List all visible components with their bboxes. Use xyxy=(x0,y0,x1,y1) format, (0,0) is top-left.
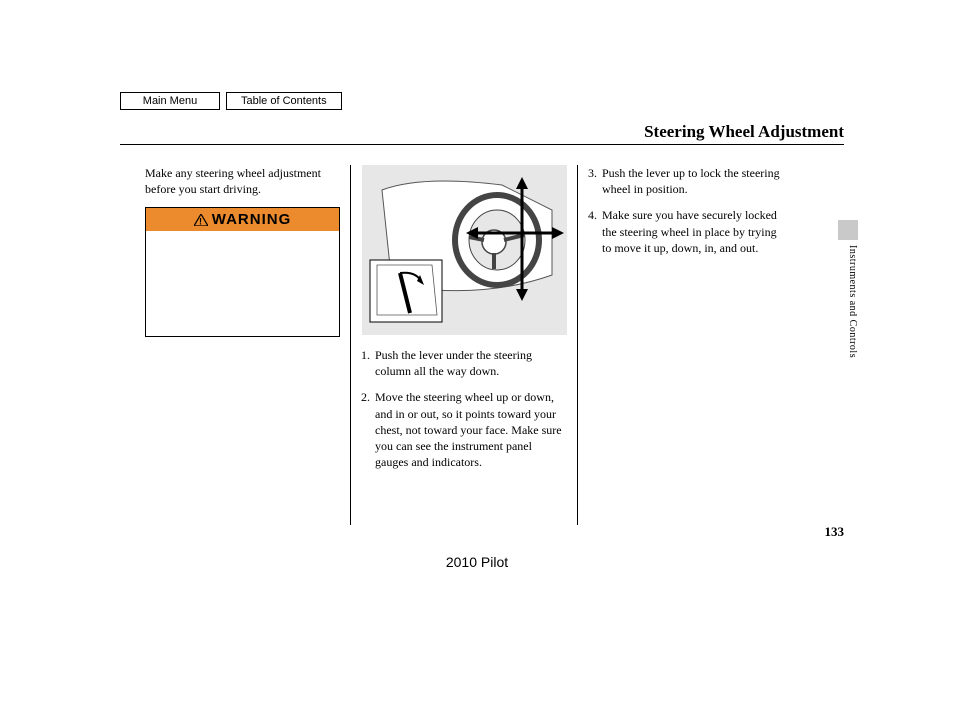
column-2: 1. Push the lever under the steering col… xyxy=(350,165,578,525)
step-number: 3. xyxy=(588,165,602,197)
page-title: Steering Wheel Adjustment xyxy=(644,122,844,141)
step-3: 3. Push the lever up to lock the steerin… xyxy=(588,165,783,197)
footer-model: 2010 Pilot xyxy=(0,554,954,570)
step-text: Move the steering wheel up or down, and … xyxy=(375,389,567,470)
warning-triangle-icon: ! xyxy=(194,214,208,226)
column-1: Make any steering wheel adjustment befor… xyxy=(135,165,350,525)
step-1: 1. Push the lever under the steering col… xyxy=(361,347,567,379)
step-text: Make sure you have securely locked the s… xyxy=(602,207,783,256)
steering-wheel-diagram xyxy=(362,165,567,335)
svg-text:!: ! xyxy=(199,216,203,226)
nav-button-row: Main Menu Table of Contents xyxy=(120,92,342,110)
section-tab-marker xyxy=(838,220,858,240)
step-number: 1. xyxy=(361,347,375,379)
warning-header: ! WARNING xyxy=(146,208,339,231)
section-side-label: Instruments and Controls xyxy=(847,245,858,358)
step-4: 4. Make sure you have securely locked th… xyxy=(588,207,783,256)
main-menu-button[interactable]: Main Menu xyxy=(120,92,220,110)
step-text: Push the lever up to lock the steering w… xyxy=(602,165,783,197)
toc-button[interactable]: Table of Contents xyxy=(226,92,342,110)
content-columns: Make any steering wheel adjustment befor… xyxy=(135,165,824,525)
step-number: 2. xyxy=(361,389,375,470)
step-number: 4. xyxy=(588,207,602,256)
step-text: Push the lever under the steering column… xyxy=(375,347,567,379)
title-row: Steering Wheel Adjustment xyxy=(120,122,844,145)
page-number: 133 xyxy=(825,524,845,540)
step-2: 2. Move the steering wheel up or down, a… xyxy=(361,389,567,470)
warning-box: ! WARNING xyxy=(145,207,340,337)
manual-page: Main Menu Table of Contents Steering Whe… xyxy=(0,0,954,710)
warning-label-text: WARNING xyxy=(212,211,292,228)
column-3: 3. Push the lever up to lock the steerin… xyxy=(578,165,793,525)
intro-text: Make any steering wheel adjustment befor… xyxy=(145,165,340,197)
